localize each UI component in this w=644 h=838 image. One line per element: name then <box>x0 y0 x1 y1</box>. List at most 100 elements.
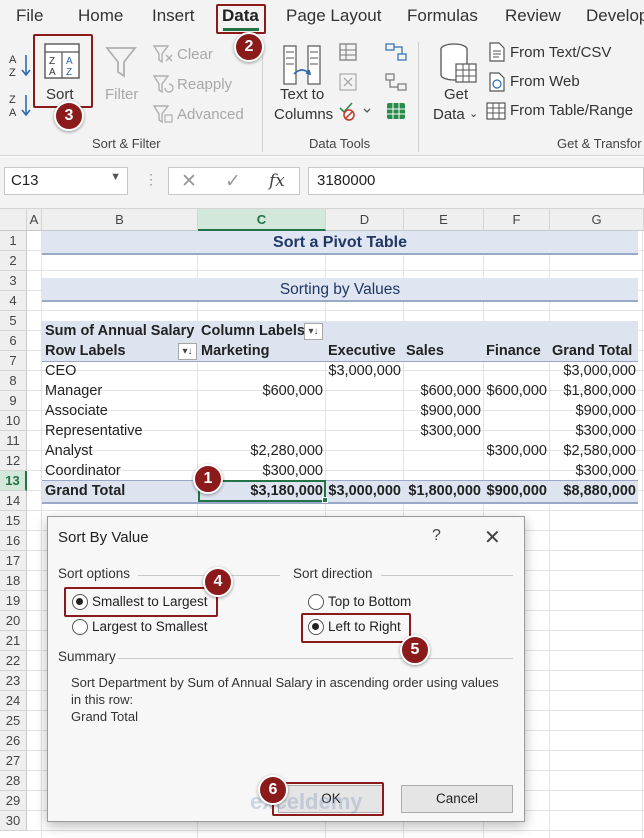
column-header-b[interactable]: B <box>42 209 198 231</box>
pivot-value-cell[interactable]: $2,580,000 <box>550 441 636 461</box>
largest-to-smallest-label[interactable]: Largest to Smallest <box>92 619 208 634</box>
row-header-27[interactable]: 27 <box>0 751 27 771</box>
row-header-28[interactable]: 28 <box>0 771 27 791</box>
row-header-23[interactable]: 23 <box>0 671 27 691</box>
sort-z-to-a-icon[interactable]: Z A <box>8 92 34 118</box>
pivot-value-cell[interactable]: $600,000 <box>404 381 481 401</box>
row-header-24[interactable]: 24 <box>0 691 27 711</box>
row-header-12[interactable]: 12 <box>0 451 27 471</box>
tab-file[interactable]: File <box>16 6 43 26</box>
filter-button[interactable]: Filter <box>105 86 138 103</box>
row-header-4[interactable]: 4 <box>0 291 27 311</box>
advanced-button[interactable]: Advanced <box>177 106 244 123</box>
pivot-value-cell[interactable]: $900,000 <box>404 401 481 421</box>
get-data-dropdown-icon[interactable]: ⌄ <box>469 107 478 120</box>
get-data-line1[interactable]: Get <box>444 86 468 103</box>
pivot-row-label[interactable]: Associate <box>45 401 108 421</box>
name-box-dropdown-icon[interactable]: ▼ <box>110 171 121 183</box>
grand-total-value[interactable]: $8,880,000 <box>550 481 636 501</box>
row-header-8[interactable]: 8 <box>0 371 27 391</box>
tab-page-layout[interactable]: Page Layout <box>286 6 381 26</box>
grand-total-value[interactable]: $1,800,000 <box>404 481 481 501</box>
row-header-19[interactable]: 19 <box>0 591 27 611</box>
row-header-3[interactable]: 3 <box>0 271 27 291</box>
row-header-30[interactable]: 30 <box>0 811 27 831</box>
insert-function-icon[interactable]: fx <box>269 171 285 191</box>
tab-developer[interactable]: Develop <box>586 6 644 26</box>
grand-total-value[interactable]: $900,000 <box>484 481 547 501</box>
from-table-range-button[interactable]: From Table/Range <box>510 102 633 119</box>
name-box[interactable]: C13 ▼ <box>4 167 128 195</box>
column-header-e[interactable]: E <box>404 209 484 231</box>
column-header-a[interactable]: A <box>27 209 42 231</box>
pivot-value-cell[interactable]: $300,000 <box>484 441 547 461</box>
pivot-row-label[interactable]: Manager <box>45 381 102 401</box>
largest-to-smallest-radio[interactable] <box>72 619 88 635</box>
pivot-value-cell[interactable]: $300,000 <box>404 421 481 441</box>
flash-fill-icon[interactable] <box>338 42 360 62</box>
pivot-row-label[interactable]: CEO <box>45 361 76 381</box>
cancel-entry-icon[interactable]: ✕ <box>181 170 197 193</box>
row-header-29[interactable]: 29 <box>0 791 27 811</box>
sort-a-to-z-icon[interactable]: A Z <box>8 52 34 78</box>
tab-insert[interactable]: Insert <box>152 6 195 26</box>
formula-input[interactable]: 3180000 <box>308 167 644 195</box>
help-button[interactable]: ? <box>432 527 441 545</box>
reapply-button[interactable]: Reapply <box>177 76 232 93</box>
pivot-value-cell[interactable]: $300,000 <box>550 461 636 481</box>
row-header-11[interactable]: 11 <box>0 431 27 451</box>
manage-data-model-icon[interactable] <box>384 100 408 122</box>
tab-formulas[interactable]: Formulas <box>407 6 478 26</box>
row-header-2[interactable]: 2 <box>0 251 27 271</box>
row-header-9[interactable]: 9 <box>0 391 27 411</box>
confirm-entry-icon[interactable]: ✓ <box>225 170 241 193</box>
pivot-value-cell[interactable]: $2,280,000 <box>198 441 323 461</box>
row-header-13[interactable]: 13 <box>0 471 27 491</box>
pivot-row-label[interactable]: Representative <box>45 421 143 441</box>
column-header-d[interactable]: D <box>326 209 404 231</box>
column-header-g[interactable]: G <box>550 209 644 231</box>
column-labels-filter-icon[interactable]: ▾↓ <box>304 323 323 340</box>
row-header-16[interactable]: 16 <box>0 531 27 551</box>
close-icon[interactable]: ✕ <box>484 525 501 550</box>
pivot-row-label[interactable]: Analyst <box>45 441 93 461</box>
row-header-15[interactable]: 15 <box>0 511 27 531</box>
pivot-value-cell[interactable]: $300,000 <box>550 421 636 441</box>
row-labels-filter-icon[interactable]: ▾↓ <box>178 343 197 360</box>
row-header-22[interactable]: 22 <box>0 651 27 671</box>
column-header-c[interactable]: C <box>198 209 326 231</box>
grand-total-value[interactable]: $3,000,000 <box>326 481 401 501</box>
pivot-value-cell[interactable]: $1,800,000 <box>550 381 636 401</box>
pivot-value-cell[interactable]: $3,000,000 <box>550 361 636 381</box>
text-to-columns-line2[interactable]: Columns <box>274 106 333 123</box>
row-header-17[interactable]: 17 <box>0 551 27 571</box>
text-to-columns-line1[interactable]: Text to <box>280 86 324 103</box>
column-header-f[interactable]: F <box>484 209 550 231</box>
consolidate-icon[interactable] <box>384 42 408 62</box>
row-header-21[interactable]: 21 <box>0 631 27 651</box>
fill-handle[interactable] <box>322 497 328 503</box>
row-header-6[interactable]: 6 <box>0 331 27 351</box>
data-validation-icon[interactable] <box>338 100 374 122</box>
row-header-25[interactable]: 25 <box>0 711 27 731</box>
pivot-value-cell[interactable]: $900,000 <box>550 401 636 421</box>
pivot-value-cell[interactable]: $600,000 <box>198 381 323 401</box>
tab-home[interactable]: Home <box>78 6 123 26</box>
row-header-1[interactable]: 1 <box>0 231 27 251</box>
remove-duplicates-icon[interactable] <box>338 72 360 92</box>
clear-button[interactable]: Clear <box>177 46 213 63</box>
row-header-26[interactable]: 26 <box>0 731 27 751</box>
pivot-row-label[interactable]: Coordinator <box>45 461 121 481</box>
from-text-csv-button[interactable]: From Text/CSV <box>510 44 611 61</box>
top-to-bottom-radio[interactable] <box>308 594 324 610</box>
row-header-18[interactable]: 18 <box>0 571 27 591</box>
pivot-value-cell[interactable]: $3,000,000 <box>326 361 401 381</box>
get-data-line2[interactable]: Data <box>433 106 465 123</box>
tab-review[interactable]: Review <box>505 6 561 26</box>
row-header-7[interactable]: 7 <box>0 351 27 371</box>
row-header-14[interactable]: 14 <box>0 491 27 511</box>
row-header-20[interactable]: 20 <box>0 611 27 631</box>
row-header-5[interactable]: 5 <box>0 311 27 331</box>
select-all-corner[interactable] <box>0 209 27 231</box>
pivot-value-cell[interactable]: $600,000 <box>484 381 547 401</box>
